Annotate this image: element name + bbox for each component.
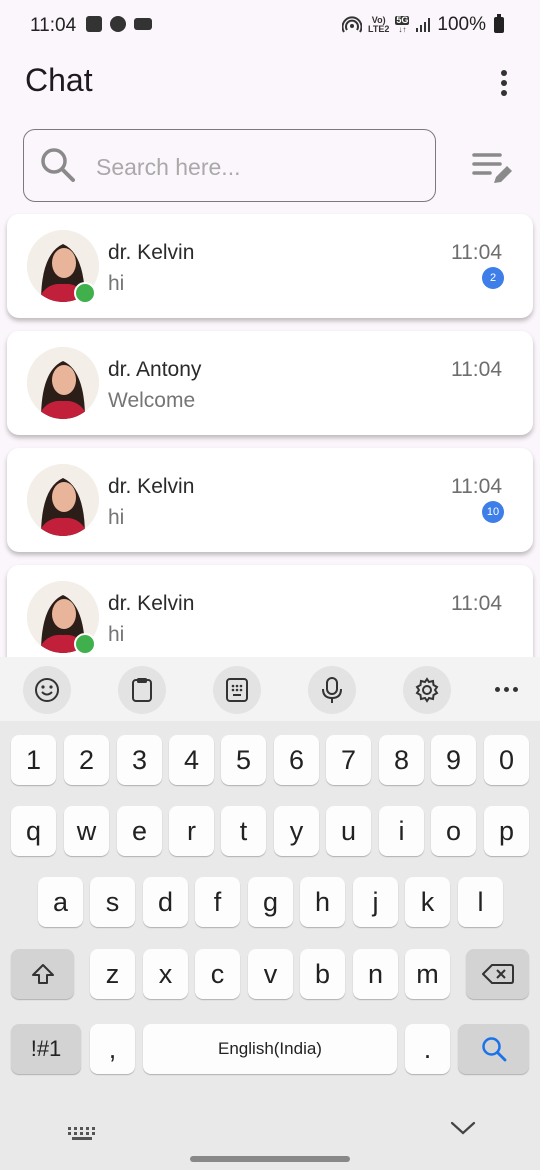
key-n[interactable]: n — [353, 949, 398, 999]
key-b[interactable]: b — [300, 949, 345, 999]
emoji-icon[interactable] — [23, 666, 71, 714]
unread-badge: 10 — [482, 501, 504, 523]
key-7[interactable]: 7 — [326, 735, 371, 785]
key-q[interactable]: q — [11, 806, 56, 856]
search-box[interactable] — [23, 129, 436, 202]
battery-icon — [494, 14, 504, 33]
page-title: Chat — [25, 62, 93, 98]
keyboard-toolbar — [0, 657, 540, 721]
keyboard: 1 2 3 4 5 6 7 8 9 0 q w e r t y u i o p … — [0, 657, 540, 1170]
key-t[interactable]: t — [221, 806, 266, 856]
chat-last-message: hi — [108, 623, 125, 646]
chat-name: dr. Kelvin — [108, 475, 195, 498]
chat-list-item[interactable]: dr. Kelvin hi 11:04 10 — [7, 448, 533, 552]
key-c[interactable]: c — [195, 949, 240, 999]
key-8[interactable]: 8 — [379, 735, 424, 785]
key-f[interactable]: f — [195, 877, 240, 927]
key-g[interactable]: g — [248, 877, 293, 927]
period-key[interactable]: . — [405, 1024, 450, 1074]
chat-list-item[interactable]: dr. Kelvin hi 11:04 — [7, 565, 533, 657]
key-k[interactable]: k — [405, 877, 450, 927]
comma-key[interactable]: , — [90, 1024, 135, 1074]
microphone-icon[interactable] — [308, 666, 356, 714]
avatar — [27, 347, 99, 419]
volte-indicator: Vo) LTE2 — [368, 15, 390, 34]
shift-key[interactable] — [11, 949, 74, 999]
key-0[interactable]: 0 — [484, 735, 529, 785]
search-key[interactable] — [458, 1024, 529, 1074]
key-6[interactable]: 6 — [274, 735, 319, 785]
key-s[interactable]: s — [90, 877, 135, 927]
more-vertical-icon[interactable] — [494, 68, 514, 98]
key-v[interactable]: v — [248, 949, 293, 999]
key-o[interactable]: o — [431, 806, 476, 856]
chat-name: dr. Antony — [108, 358, 202, 381]
key-e[interactable]: e — [117, 806, 162, 856]
chat-last-message: Welcome — [108, 389, 196, 412]
key-h[interactable]: h — [300, 877, 345, 927]
avatar — [27, 464, 99, 536]
chat-name: dr. Kelvin — [108, 592, 195, 615]
clipboard-icon[interactable] — [118, 666, 166, 714]
search-icon — [481, 1037, 506, 1062]
key-d[interactable]: d — [143, 877, 188, 927]
more-horizontal-icon[interactable] — [495, 687, 518, 692]
app-icon — [110, 16, 126, 32]
unread-badge: 2 — [482, 267, 504, 289]
key-i[interactable]: i — [379, 806, 424, 856]
backspace-key[interactable] — [466, 949, 529, 999]
chevron-down-icon[interactable] — [450, 1120, 476, 1136]
image-icon — [86, 16, 102, 32]
key-z[interactable]: z — [90, 949, 135, 999]
chat-time: 11:04 — [451, 358, 502, 381]
search-input[interactable] — [94, 150, 418, 184]
hotspot-icon — [342, 16, 363, 33]
shift-icon — [31, 964, 54, 984]
key-3[interactable]: 3 — [117, 735, 162, 785]
symbols-key[interactable]: !#1 — [11, 1024, 81, 1074]
key-1[interactable]: 1 — [11, 735, 56, 785]
chat-time: 11:04 — [451, 592, 502, 615]
key-5[interactable]: 5 — [221, 735, 266, 785]
status-time: 11:04 — [30, 15, 77, 36]
chat-time: 11:04 — [451, 475, 502, 498]
key-y[interactable]: y — [274, 806, 319, 856]
key-w[interactable]: w — [64, 806, 109, 856]
search-icon — [41, 148, 75, 182]
chat-time: 11:04 — [451, 241, 502, 264]
chat-list-item[interactable]: dr. Antony Welcome 11:04 — [7, 331, 533, 435]
5g-indicator: 5G ↓↑ — [395, 15, 410, 34]
chat-last-message: hi — [108, 272, 125, 295]
key-4[interactable]: 4 — [169, 735, 214, 785]
key-9[interactable]: 9 — [431, 735, 476, 785]
filter-edit-icon[interactable] — [472, 150, 514, 188]
key-u[interactable]: u — [326, 806, 371, 856]
key-x[interactable]: x — [143, 949, 188, 999]
key-2[interactable]: 2 — [64, 735, 109, 785]
key-j[interactable]: j — [353, 877, 398, 927]
key-p[interactable]: p — [484, 806, 529, 856]
key-l[interactable]: l — [458, 877, 503, 927]
home-indicator[interactable] — [190, 1156, 350, 1162]
key-m[interactable]: m — [405, 949, 450, 999]
battery-percent: 100% — [437, 14, 486, 35]
chat-name: dr. Kelvin — [108, 241, 195, 264]
chat-last-message: hi — [108, 506, 125, 529]
keyboard-icon[interactable] — [67, 1126, 97, 1142]
online-status-dot — [74, 633, 96, 655]
signal-icon — [416, 18, 431, 32]
space-key[interactable]: English(India) — [143, 1024, 397, 1074]
backspace-icon — [481, 964, 514, 984]
settings-icon[interactable] — [403, 666, 451, 714]
chat-list-item[interactable]: dr. Kelvin hi 11:04 2 — [7, 214, 533, 318]
online-status-dot — [74, 282, 96, 304]
chat-list: dr. Kelvin hi 11:04 2 dr. Antony Welcome… — [0, 213, 540, 657]
status-bar: 11:04 Vo) LTE2 5G ↓↑ 100% — [0, 0, 540, 52]
key-a[interactable]: a — [38, 877, 83, 927]
key-r[interactable]: r — [169, 806, 214, 856]
video-icon — [134, 18, 152, 30]
keypad-icon[interactable] — [213, 666, 261, 714]
